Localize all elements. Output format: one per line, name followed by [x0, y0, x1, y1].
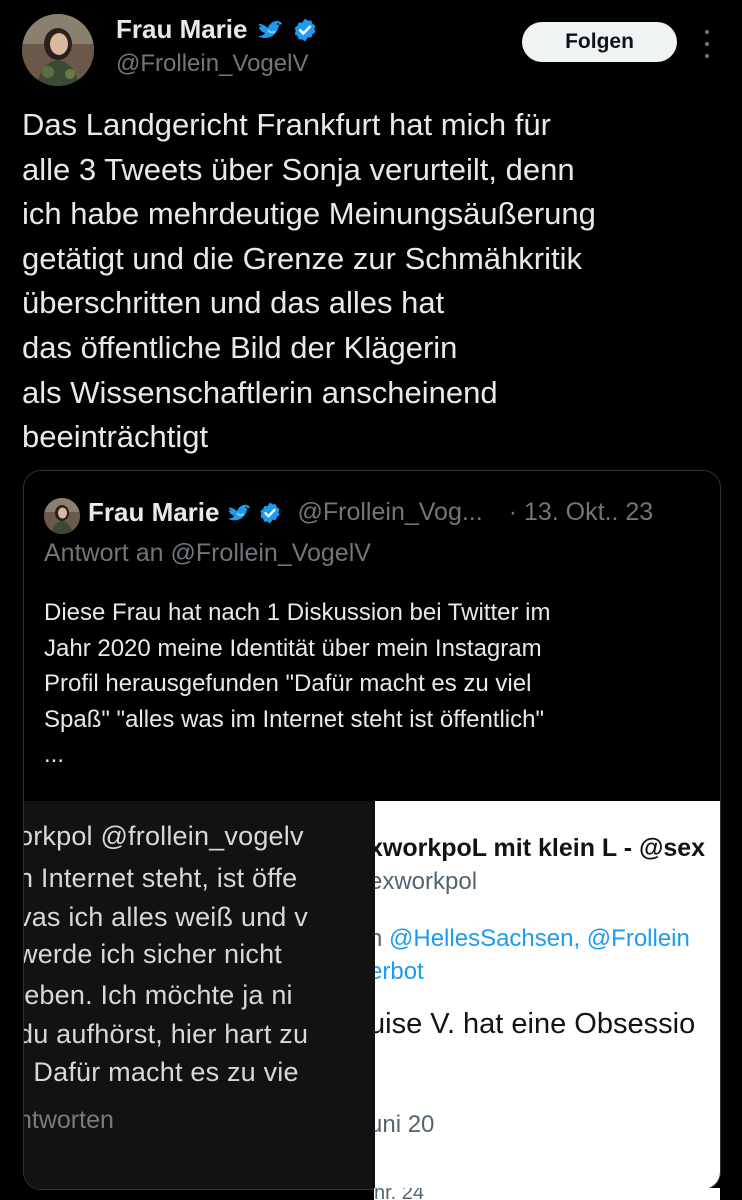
reply-to-label: Antwort an @Frollein_VogelV: [44, 539, 371, 567]
author-handle[interactable]: @Frollein_VogelV: [116, 50, 308, 78]
author-name[interactable]: Frau Marie: [116, 14, 248, 45]
quoted-author-handle: @Frollein_Vog...: [297, 498, 483, 526]
screenshot-footer: ntworten: [24, 1106, 114, 1134]
tweet-text: Das Landgericht Frankfurt hat mich für a…: [22, 107, 596, 455]
follow-button[interactable]: Folgen: [522, 22, 677, 62]
quoted-timestamp: · 13. Okt.. 23: [508, 498, 654, 526]
screenshot-body: uise V. hat eine Obsessio: [375, 1008, 696, 1040]
bird-emoji-icon: [256, 18, 284, 42]
dark-screenshot-pane: orkpol @frollein_vogelv n Internet steht…: [24, 801, 375, 1189]
quoted-author-name: Frau Marie: [88, 497, 220, 527]
more-options-icon[interactable]: [697, 26, 717, 62]
screenshot-text-line: n Internet steht, ist öffe: [24, 863, 298, 893]
screenshot-title: xworkpoL mit klein L - @sex: [375, 834, 706, 862]
screenshot-text-line: jeben. Ich möchte ja ni: [24, 980, 293, 1010]
screenshot-text-line: werde ich sicher nicht: [24, 939, 283, 969]
screenshot-text-line: vas ich alles weiß und v: [24, 902, 308, 932]
quoted-text: Diese Frau hat nach 1 Diskussion bei Twi…: [44, 599, 551, 768]
quoted-avatar[interactable]: [44, 498, 80, 534]
avatar[interactable]: [22, 14, 94, 86]
screenshot-reply-line-2: erbot: [375, 958, 424, 985]
verified-badge-icon: [258, 501, 282, 525]
light-screenshot-pane: xworkpoL mit klein L - @sex exworkpol n …: [375, 801, 720, 1189]
quoted-header: Frau Marie @Frollein_Vog... · 13. Okt.. …: [88, 497, 653, 528]
bird-emoji-icon: [226, 502, 252, 524]
screenshot-handle: exworkpol: [375, 868, 478, 895]
screenshot-text-line: orkpol @frollein_vogelv: [24, 821, 304, 851]
attached-image[interactable]: orkpol @frollein_vogelv n Internet steht…: [24, 801, 720, 1189]
quoted-tweet[interactable]: Frau Marie @Frollein_Vog... · 13. Okt.. …: [23, 470, 721, 1190]
author-name-row[interactable]: Frau Marie: [116, 14, 318, 45]
screenshot-text-line: du aufhörst, hier hart zu: [24, 1019, 309, 1049]
screenshot-date: uni 20: [375, 1111, 435, 1138]
screenshot-cut-edge: hr. 24: [374, 1188, 720, 1200]
verified-badge-icon: [292, 17, 318, 43]
screenshot-reply-line: n @HellesSachsen, @Frollein: [375, 925, 690, 952]
screenshot-text-line: . Dafür macht es zu vie: [24, 1057, 299, 1087]
